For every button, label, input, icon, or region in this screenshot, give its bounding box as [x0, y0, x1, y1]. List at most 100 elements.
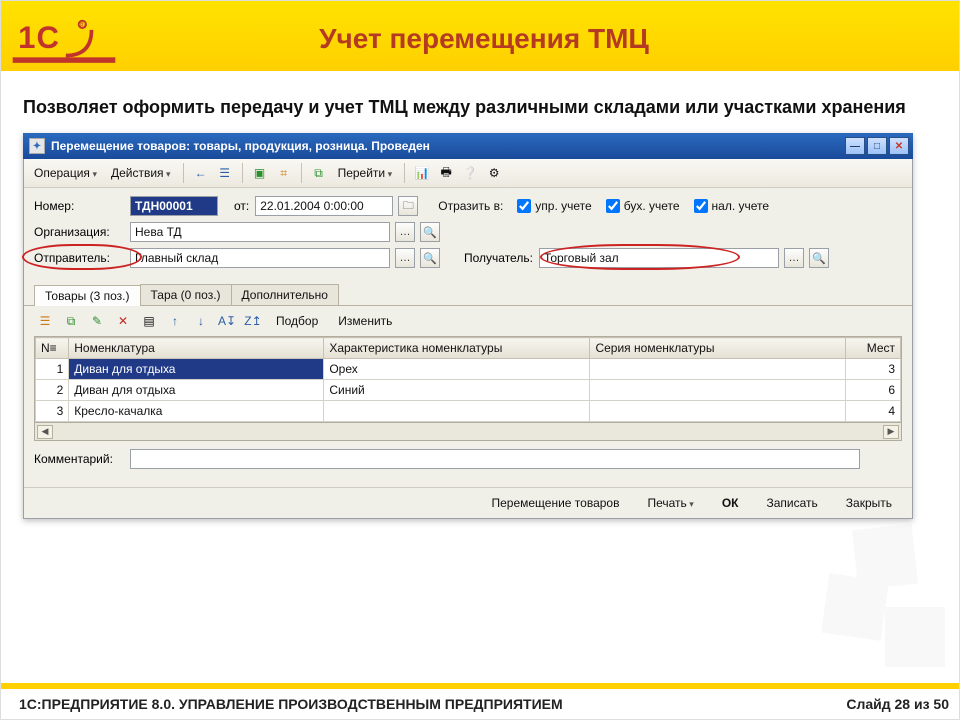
input-comment[interactable]	[130, 449, 860, 469]
slide-header: 1 C ® Учет перемещения ТМЦ	[1, 1, 959, 71]
scroll-right-icon[interactable]: ▶	[883, 425, 899, 439]
col-places[interactable]: Мест	[845, 338, 900, 359]
sort-asc-icon[interactable]: A↧	[216, 310, 238, 332]
btn-save[interactable]: Записать	[757, 494, 828, 512]
menu-goto[interactable]: Перейти	[332, 164, 399, 182]
label-comment: Комментарий:	[34, 452, 124, 466]
pick-button[interactable]: Подбор	[268, 312, 326, 330]
change-button[interactable]: Изменить	[330, 312, 400, 330]
svg-text:C: C	[37, 20, 60, 55]
col-n[interactable]: N≡	[36, 338, 69, 359]
structure-icon[interactable]: ⧉	[308, 162, 330, 184]
search-sender-icon[interactable]: 🔍	[420, 248, 440, 268]
settings-icon[interactable]: ⚙	[483, 162, 505, 184]
tab-extra[interactable]: Дополнительно	[231, 284, 339, 305]
maximize-button[interactable]: □	[867, 137, 887, 155]
choose-org-icon[interactable]: …	[395, 222, 415, 242]
toolbar-separator	[301, 163, 302, 183]
checkbox-buh[interactable]: бух. учете	[606, 199, 680, 213]
btn-print[interactable]: Печать	[637, 494, 703, 512]
input-sender[interactable]: Главный склад	[130, 248, 390, 268]
add-row-icon[interactable]: ☰	[34, 310, 56, 332]
app-window: ✦ Перемещение товаров: товары, продукция…	[23, 133, 913, 519]
cell-places: 6	[845, 380, 900, 401]
grid-toolbar: ☰ ⧉ ✎ ✕ ▤ ↑ ↓ A↧ Z↥ Подбор Изменить	[24, 306, 912, 336]
footer-left: 1С:ПРЕДПРИЯТИЕ 8.0. УПРАВЛЕНИЕ ПРОИЗВОДС…	[19, 696, 846, 712]
checkbox-nal[interactable]: нал. учете	[694, 199, 770, 213]
input-organization[interactable]: Нева ТД	[130, 222, 390, 242]
search-org-icon[interactable]: 🔍	[420, 222, 440, 242]
cell-n: 1	[36, 359, 69, 380]
move-down-icon[interactable]: ↓	[190, 310, 212, 332]
new-doc-icon[interactable]: ☰	[214, 162, 236, 184]
scroll-left-icon[interactable]: ◀	[37, 425, 53, 439]
window-icon: ✦	[29, 138, 45, 154]
slide-description: Позволяет оформить передачу и учет ТМЦ м…	[23, 95, 937, 119]
minimize-button[interactable]: —	[845, 137, 865, 155]
label-organization: Организация:	[34, 225, 124, 239]
choose-sender-icon[interactable]: …	[395, 248, 415, 268]
col-series[interactable]: Серия номенклатуры	[590, 338, 845, 359]
col-name[interactable]: Номенклатура	[69, 338, 324, 359]
sort-desc-icon[interactable]: Z↥	[242, 310, 264, 332]
window-footer: Перемещение товаров Печать ОК Записать З…	[24, 487, 912, 512]
cell-char	[324, 401, 590, 422]
checkbox-buh-input[interactable]	[606, 199, 620, 213]
toolbar: Операция Действия ← ☰ ▣ ⌗ ⧉ Перейти 📊 🖶 …	[24, 159, 912, 188]
print-icon[interactable]: 🖶	[435, 162, 457, 184]
tab-tara[interactable]: Тара (0 поз.)	[140, 284, 232, 305]
search-receiver-icon[interactable]: 🔍	[809, 248, 829, 268]
cell-series	[590, 401, 845, 422]
table-row[interactable]: 2 Диван для отдыха Синий 6	[36, 380, 901, 401]
window-title: Перемещение товаров: товары, продукция, …	[51, 139, 843, 153]
label-reflect: Отразить в:	[438, 199, 503, 213]
label-number: Номер:	[34, 199, 124, 213]
window-body: Операция Действия ← ☰ ▣ ⌗ ⧉ Перейти 📊 🖶 …	[23, 159, 913, 519]
table-row[interactable]: 1 Диван для отдыха Орех 3	[36, 359, 901, 380]
help-icon[interactable]: ❔	[459, 162, 481, 184]
list-icon[interactable]: ▤	[138, 310, 160, 332]
cell-char: Орех	[324, 359, 590, 380]
toolbar-separator	[242, 163, 243, 183]
move-up-icon[interactable]: ↑	[164, 310, 186, 332]
tab-goods[interactable]: Товары (3 поз.)	[34, 285, 141, 306]
row-number: Номер: ТДН00001 от: 22.01.2004 0:00:00 🗀…	[34, 196, 902, 216]
delete-row-icon[interactable]: ✕	[112, 310, 134, 332]
cell-places: 3	[845, 359, 900, 380]
checkbox-upr[interactable]: упр. учете	[517, 199, 591, 213]
row-sender-receiver: Отправитель: Главный склад … 🔍 Получател…	[34, 248, 902, 268]
choose-receiver-icon[interactable]: …	[784, 248, 804, 268]
window-titlebar: ✦ Перемещение товаров: товары, продукция…	[23, 133, 913, 159]
table-row[interactable]: 3 Кресло-качалка 4	[36, 401, 901, 422]
back-icon[interactable]: ←	[190, 162, 212, 184]
btn-move[interactable]: Перемещение товаров	[481, 494, 629, 512]
btn-close[interactable]: Закрыть	[836, 494, 902, 512]
grid-hscrollbar[interactable]: ◀ ▶	[34, 423, 902, 441]
menu-actions[interactable]: Действия	[105, 164, 177, 182]
register-icon[interactable]: ⌗	[273, 162, 295, 184]
menu-operation[interactable]: Операция	[28, 164, 103, 182]
cell-n: 2	[36, 380, 69, 401]
calendar-icon[interactable]: 🗀	[398, 196, 418, 216]
analysis-icon[interactable]: 📊	[411, 162, 433, 184]
grid: N≡ Номенклатура Характеристика номенклат…	[34, 336, 902, 423]
checkbox-nal-input[interactable]	[694, 199, 708, 213]
input-number[interactable]: ТДН00001	[130, 196, 218, 216]
checkbox-buh-label: бух. учете	[624, 199, 680, 213]
edit-row-icon[interactable]: ✎	[86, 310, 108, 332]
cell-char: Синий	[324, 380, 590, 401]
toolbar-separator	[183, 163, 184, 183]
post-icon[interactable]: ▣	[249, 162, 271, 184]
input-date[interactable]: 22.01.2004 0:00:00	[255, 196, 393, 216]
label-from: от:	[234, 199, 249, 213]
clone-row-icon[interactable]: ⧉	[60, 310, 82, 332]
input-receiver[interactable]: Торговый зал	[539, 248, 779, 268]
col-char[interactable]: Характеристика номенклатуры	[324, 338, 590, 359]
cell-name: Диван для отдыха	[69, 359, 324, 380]
checkbox-upr-input[interactable]	[517, 199, 531, 213]
btn-ok[interactable]: ОК	[712, 494, 749, 512]
logo-1c: 1 C ®	[9, 11, 119, 67]
close-button[interactable]: ✕	[889, 137, 909, 155]
form-area: Номер: ТДН00001 от: 22.01.2004 0:00:00 🗀…	[24, 188, 912, 278]
tabs: Товары (3 поз.) Тара (0 поз.) Дополнител…	[24, 278, 912, 306]
